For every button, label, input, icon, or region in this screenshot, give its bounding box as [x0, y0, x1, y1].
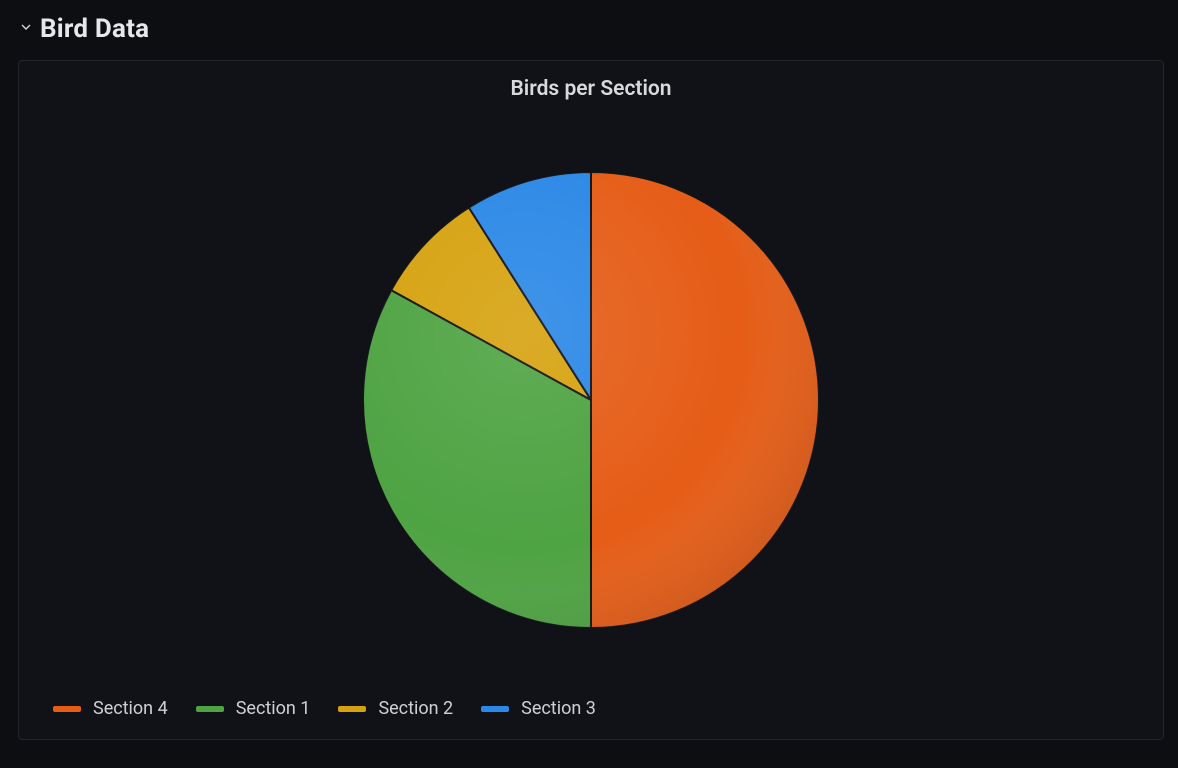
chevron-down-icon	[18, 19, 34, 39]
pie-chart[interactable]	[351, 160, 831, 640]
legend-swatch	[481, 706, 509, 712]
legend-swatch	[338, 706, 366, 712]
legend-label: Section 2	[378, 698, 453, 719]
chart-area	[39, 101, 1143, 698]
legend-label: Section 4	[93, 698, 168, 719]
section-title: Bird Data	[40, 14, 149, 44]
chart-panel: Birds per Section Section 4Section 1Sect…	[18, 60, 1164, 740]
legend-swatch	[196, 706, 224, 712]
legend-item[interactable]: Section 2	[338, 698, 453, 719]
panel-title: Birds per Section	[39, 77, 1143, 101]
legend-item[interactable]: Section 1	[196, 698, 311, 719]
pie-slice[interactable]	[591, 172, 819, 628]
legend-label: Section 3	[521, 698, 596, 719]
section-header[interactable]: Bird Data	[18, 14, 1164, 44]
chart-legend: Section 4 Section 1 Section 2 Section 3	[39, 698, 1143, 725]
legend-label: Section 1	[236, 698, 311, 719]
legend-swatch	[53, 706, 81, 712]
legend-item[interactable]: Section 4	[53, 698, 168, 719]
legend-item[interactable]: Section 3	[481, 698, 596, 719]
